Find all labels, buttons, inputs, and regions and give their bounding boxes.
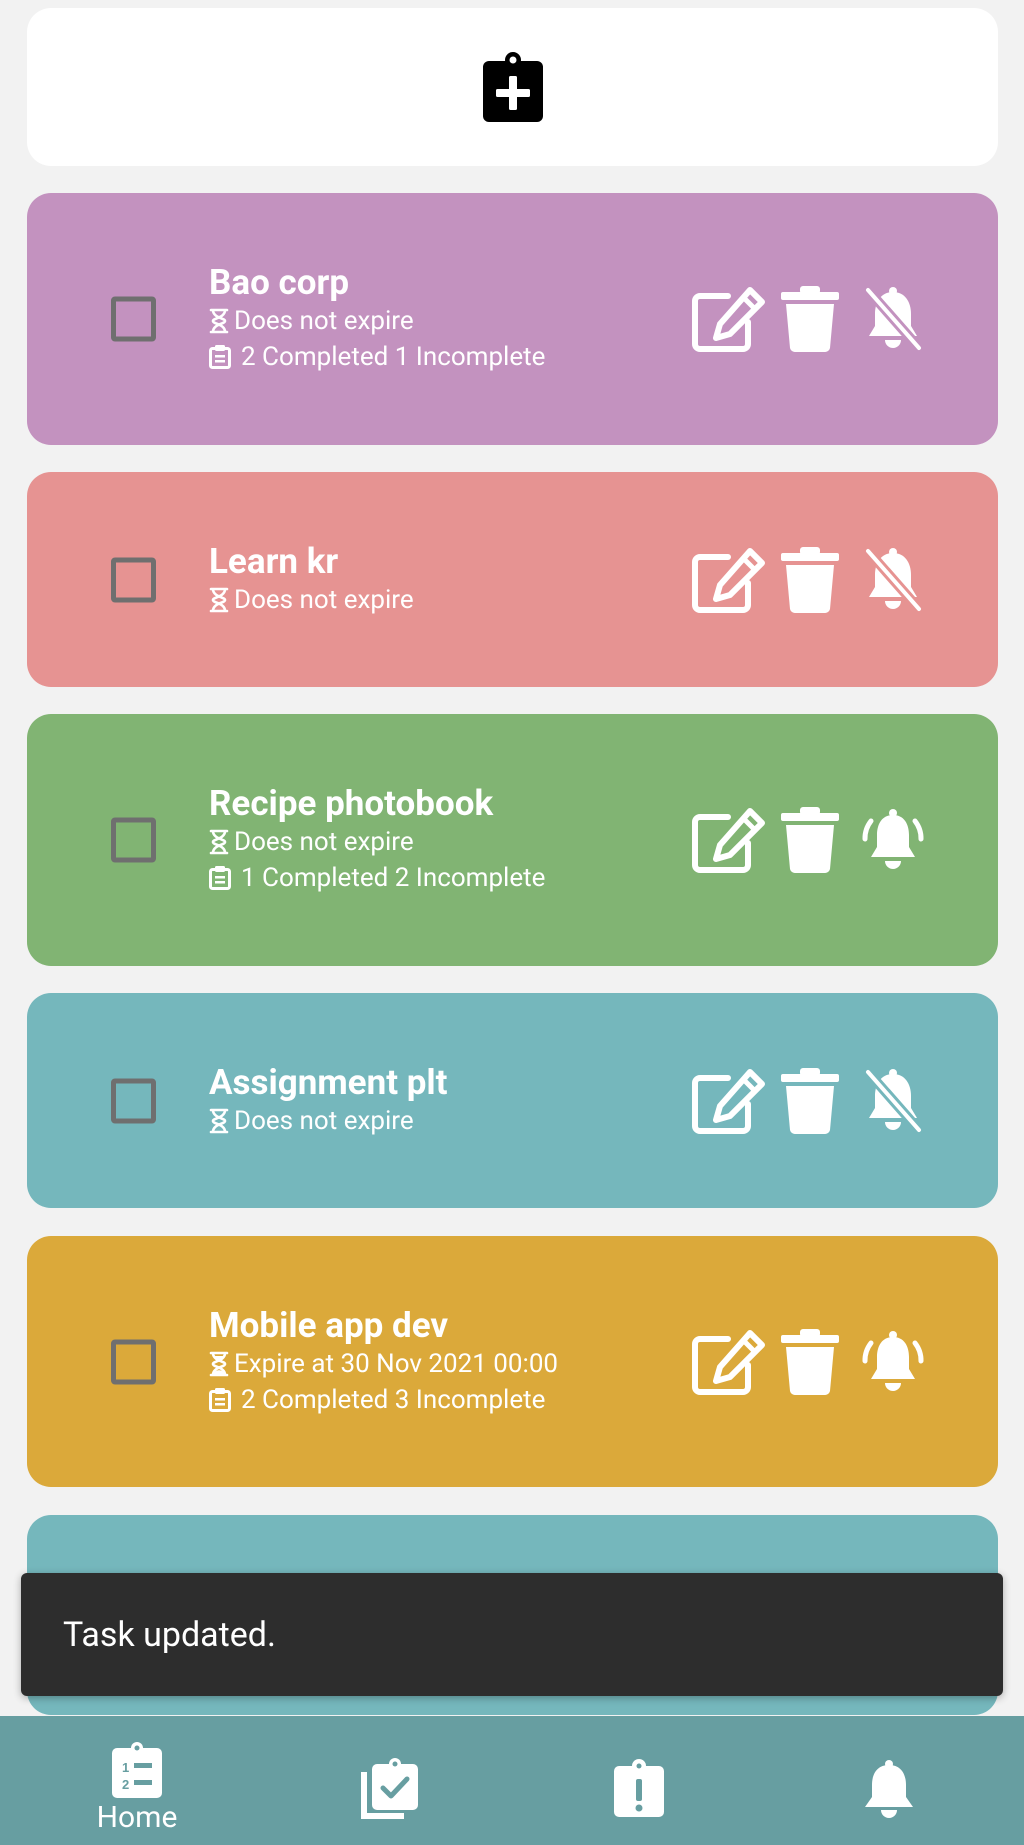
- notification-toggle[interactable]: [861, 1329, 925, 1395]
- nav-home[interactable]: 1 2 Home: [87, 1716, 187, 1845]
- notification-toggle[interactable]: [861, 1067, 925, 1134]
- task-progress: 2 Completed 3 Incomplete: [209, 1382, 558, 1418]
- task-progress: 1 Completed 2 Incomplete: [209, 860, 545, 896]
- task-actions: [690, 1328, 925, 1395]
- edit-icon: [692, 287, 765, 352]
- task-checkbox[interactable]: [111, 557, 156, 602]
- trash-icon: [781, 546, 839, 613]
- task-checkbox[interactable]: [111, 296, 156, 342]
- trash-icon: [781, 1328, 839, 1395]
- task-checkbox[interactable]: [111, 1339, 156, 1384]
- snackbar: Task updated.: [21, 1573, 1003, 1696]
- task-actions: [690, 286, 925, 352]
- delete-button[interactable]: [781, 807, 839, 873]
- task-expiry: Does not expire: [209, 582, 414, 618]
- task-expiry-text: Expire at 30 Nov 2021 00:00: [234, 1348, 559, 1379]
- edit-button[interactable]: [690, 1329, 766, 1395]
- task-expiry: Expire at 30 Nov 2021 00:00: [209, 1346, 558, 1382]
- task-card-mobile-app-dev[interactable]: Mobile app dev Expire at 30 Nov 2021 00:…: [27, 1236, 998, 1487]
- delete-button[interactable]: [781, 546, 839, 613]
- task-card-learn-kr[interactable]: Learn kr Does not expire: [27, 472, 998, 687]
- task-info: Learn kr Does not expire: [209, 540, 414, 618]
- task-progress-text: 2 Completed 3 Incomplete: [241, 1384, 546, 1415]
- svg-text:1: 1: [122, 1760, 129, 1775]
- task-expiry-text: Does not expire: [234, 306, 414, 336]
- task-checkbox[interactable]: [111, 1078, 156, 1123]
- nav-completed[interactable]: [355, 1716, 425, 1845]
- edit-button[interactable]: [690, 547, 766, 613]
- bell-ringing-icon: [862, 1330, 924, 1391]
- task-checkbox[interactable]: [111, 817, 156, 863]
- clipboard-icon: [209, 345, 231, 369]
- nav-important[interactable]: [609, 1716, 669, 1845]
- svg-text:2: 2: [122, 1777, 129, 1792]
- task-list-screen: Bao corp Does not expire 2 Completed 1 I…: [0, 0, 1024, 1845]
- task-progress-text: 2 Completed 1 Incomplete: [241, 342, 546, 372]
- edit-button[interactable]: [690, 1068, 766, 1134]
- trash-icon: [781, 1067, 839, 1134]
- edit-button[interactable]: [690, 286, 766, 352]
- hourglass-icon: [209, 587, 229, 612]
- edit-button[interactable]: [690, 807, 766, 873]
- notification-toggle[interactable]: [861, 286, 925, 352]
- add-task-button[interactable]: [27, 8, 998, 166]
- notification-toggle[interactable]: [861, 546, 925, 613]
- bottom-navigation: 1 2 Home: [0, 1716, 1024, 1845]
- snackbar-message: Task updated.: [63, 1614, 276, 1655]
- task-card-assignment-plt[interactable]: Assignment plt Does not expire: [27, 993, 998, 1208]
- edit-icon: [692, 1329, 765, 1395]
- task-card-bao-corp[interactable]: Bao corp Does not expire 2 Completed 1 I…: [27, 193, 998, 445]
- task-expiry-text: Does not expire: [234, 584, 414, 615]
- task-progress: 2 Completed 1 Incomplete: [209, 339, 545, 375]
- edit-icon: [692, 808, 765, 873]
- hourglass-half-icon: [209, 1351, 229, 1376]
- task-title: Recipe photobook: [209, 783, 494, 824]
- bell-slash-icon: [863, 546, 924, 613]
- task-expiry-text: Does not expire: [234, 1105, 414, 1136]
- task-info: Mobile app dev Expire at 30 Nov 2021 00:…: [209, 1304, 558, 1418]
- task-expiry-text: Does not expire: [234, 827, 414, 857]
- task-expiry: Does not expire: [209, 824, 545, 860]
- task-card-recipe-photobook[interactable]: Recipe photobook Does not expire 1 Compl…: [27, 714, 998, 966]
- task-actions: [690, 807, 925, 873]
- task-expiry: Does not expire: [209, 1103, 448, 1139]
- task-actions: [690, 1067, 925, 1134]
- notification-toggle[interactable]: [861, 807, 925, 873]
- edit-icon: [692, 547, 765, 613]
- clipboard-plus-icon: [482, 52, 543, 122]
- hourglass-icon: [209, 308, 229, 334]
- task-progress-text: 1 Completed 2 Incomplete: [241, 863, 546, 893]
- hourglass-icon: [209, 829, 229, 855]
- bell-ringing-icon: [862, 809, 924, 869]
- task-info: Recipe photobook Does not expire 1 Compl…: [209, 784, 545, 896]
- clipboard-icon: [209, 1387, 231, 1412]
- bell-icon: [865, 1760, 913, 1818]
- delete-button[interactable]: [781, 1067, 839, 1134]
- task-title: Mobile app dev: [209, 1304, 449, 1346]
- clipboard-icon: [209, 866, 231, 890]
- clipboard-check-icon: [361, 1758, 418, 1819]
- hourglass-icon: [209, 1108, 229, 1133]
- nav-home-label: Home: [96, 1800, 178, 1835]
- delete-button[interactable]: [781, 286, 839, 352]
- trash-icon: [781, 807, 839, 873]
- task-expiry: Does not expire: [209, 303, 545, 339]
- task-title: Assignment plt: [209, 1061, 448, 1103]
- bell-slash-icon: [863, 1067, 924, 1134]
- clipboard-exclamation-icon: [614, 1759, 664, 1817]
- task-title: Learn kr: [209, 540, 339, 582]
- trash-icon: [781, 286, 839, 352]
- edit-icon: [692, 1068, 765, 1134]
- delete-button[interactable]: [781, 1328, 839, 1395]
- nav-notifications[interactable]: [859, 1716, 919, 1845]
- task-actions: [690, 546, 925, 613]
- task-title: Bao corp: [209, 262, 350, 303]
- task-info: Bao corp Does not expire 2 Completed 1 I…: [209, 263, 545, 375]
- bell-slash-icon: [863, 286, 924, 352]
- task-info: Assignment plt Does not expire: [209, 1061, 448, 1139]
- clipboard-list-icon: 1 2: [112, 1742, 162, 1798]
